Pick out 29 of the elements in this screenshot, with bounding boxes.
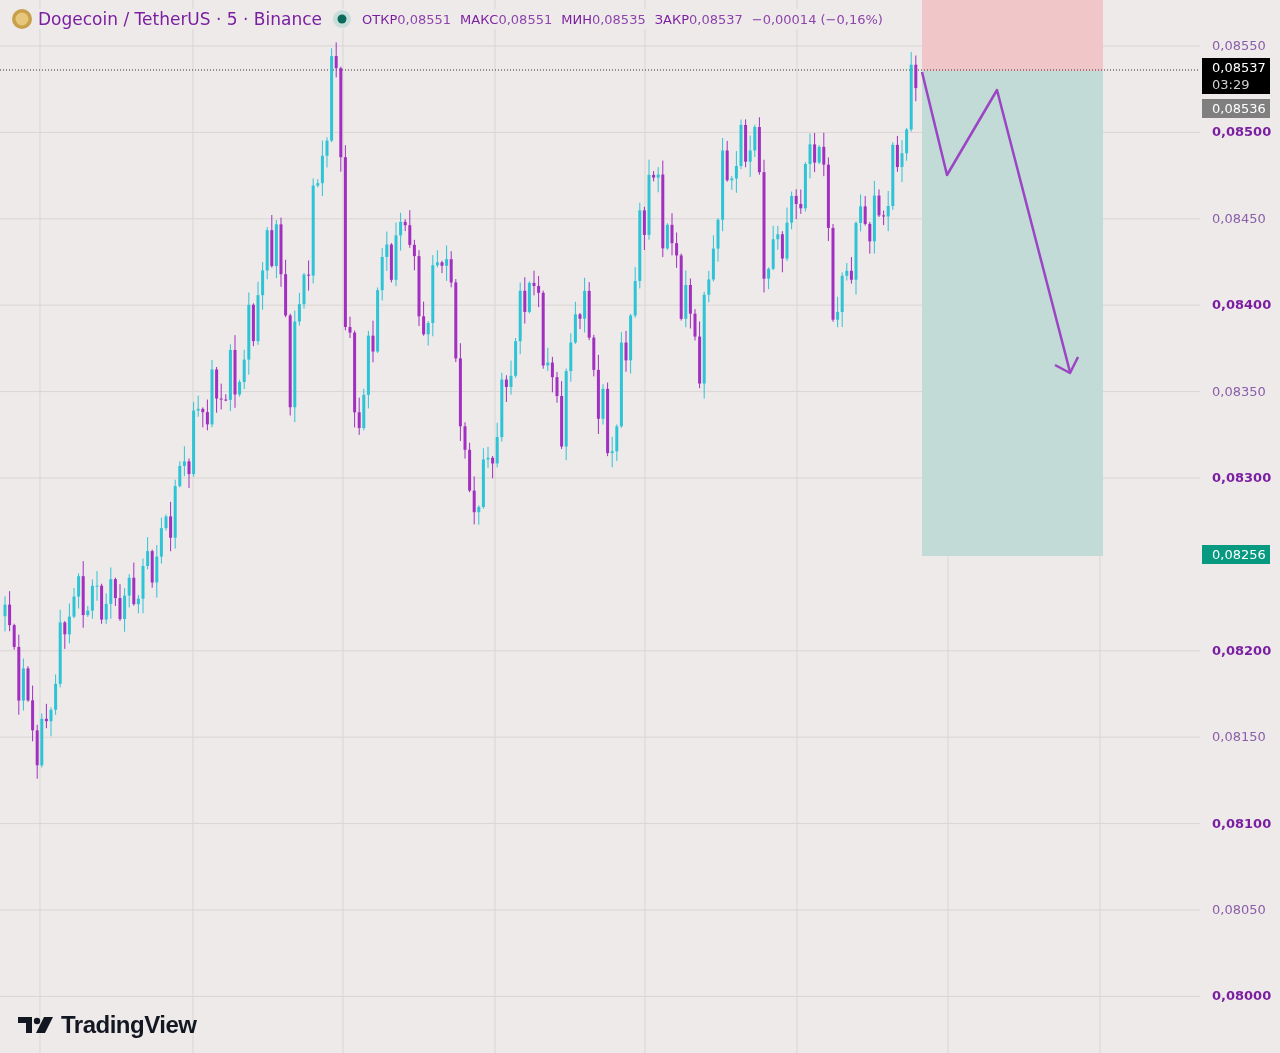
status-dot-icon [332, 9, 352, 29]
coin-icon [12, 9, 32, 29]
price-change: −0,00014 (−0,16%) [751, 11, 883, 27]
ohlc-value: 0,08551 [397, 11, 451, 27]
axis-label: 0,08400 [1212, 296, 1272, 315]
axis-label: 0,08350 [1212, 382, 1266, 401]
axis-label: 0,08200 [1212, 641, 1272, 660]
ohlc-value: 0,08535 [591, 11, 646, 27]
axis-label: 0,08000 [1212, 987, 1272, 1006]
ohlc-label: ЗАКР [654, 11, 689, 27]
axis-label: 0,08050 [1212, 901, 1266, 919]
axis-label: 0,08450 [1212, 209, 1266, 228]
ohlc-label: МИН [561, 11, 592, 27]
price-value: 0,08256 [1212, 546, 1267, 564]
symbol-title[interactable]: Dogecoin / TetherUS · 5 · Binance [38, 9, 322, 29]
ohlc-value: 0,08551 [498, 11, 553, 27]
logo-text: TradingView [61, 1011, 197, 1039]
logo-icon [18, 1015, 54, 1035]
ohlc-label: ОТКР [362, 11, 398, 27]
axis-label: 0,08550 [1212, 37, 1266, 55]
axis-label: 0,08500 [1212, 123, 1272, 142]
axis-label: 0,08150 [1212, 728, 1266, 747]
ohlc-value: 0,08537 [689, 11, 743, 27]
price-value: 0,08536 [1212, 100, 1267, 118]
axis-label: 0,08300 [1212, 469, 1272, 487]
price-value: 0,08537 [1212, 59, 1267, 77]
ohlc-label: МАКС [460, 11, 499, 27]
countdown-timer: 03:29 [1212, 76, 1251, 94]
axis-label: 0,08100 [1212, 814, 1272, 833]
